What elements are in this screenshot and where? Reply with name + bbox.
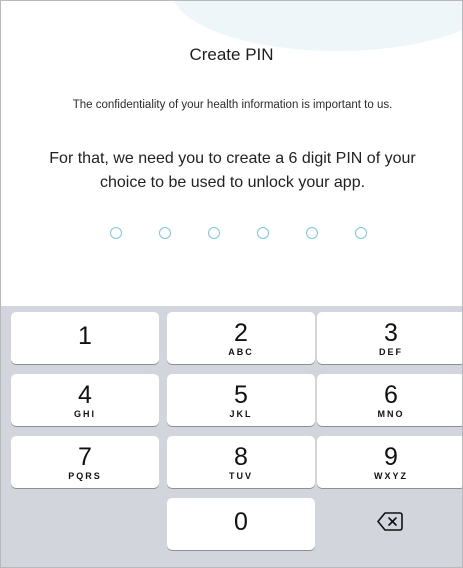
pin-indicator <box>110 227 367 241</box>
key-letters: GHI <box>73 409 96 419</box>
key-digit: 1 <box>78 322 92 350</box>
backspace-button[interactable] <box>316 498 462 550</box>
create-pin-screen: Create PIN The confidentiality of your h… <box>0 0 463 568</box>
key-letters: ABC <box>228 347 254 357</box>
key-digit: 8 <box>234 443 248 471</box>
key-6[interactable]: 6 MNO <box>317 374 462 426</box>
key-digit: 9 <box>384 443 398 471</box>
key-digit: 0 <box>234 508 248 536</box>
key-digit: 5 <box>234 381 248 409</box>
backspace-icon <box>377 512 403 536</box>
key-digit: 4 <box>78 381 92 409</box>
key-0[interactable]: 0 <box>167 498 315 550</box>
key-digit: 3 <box>384 319 398 347</box>
decorative-background-shape <box>172 1 462 51</box>
numeric-keypad: 1 2 ABC 3 DEF 4 GHI 5 JKL 6 MNO 7 PQRS 8 <box>1 306 462 567</box>
pin-dot <box>208 227 220 239</box>
pin-dot <box>355 227 367 239</box>
key-letters: JKL <box>229 409 253 419</box>
key-9[interactable]: 9 WXYZ <box>317 436 462 488</box>
key-2[interactable]: 2 ABC <box>167 312 315 364</box>
key-letters: DEF <box>379 347 403 357</box>
key-1[interactable]: 1 <box>11 312 159 364</box>
page-title: Create PIN <box>189 45 274 64</box>
key-digit: 6 <box>384 381 398 409</box>
key-5[interactable]: 5 JKL <box>167 374 315 426</box>
key-letters: PQRS <box>68 471 102 481</box>
pin-instructions: For that, we need you to create a 6 digi… <box>49 150 416 191</box>
confidentiality-message: The confidentiality of your health infor… <box>72 99 393 111</box>
key-7[interactable]: 7 PQRS <box>11 436 159 488</box>
pin-dot <box>159 227 171 239</box>
key-letters: TUV <box>229 471 253 481</box>
key-8[interactable]: 8 TUV <box>167 436 315 488</box>
key-4[interactable]: 4 GHI <box>11 374 159 426</box>
key-3[interactable]: 3 DEF <box>317 312 462 364</box>
key-letters: WXYZ <box>374 471 408 481</box>
pin-dot <box>257 227 269 239</box>
pin-dot <box>306 227 318 239</box>
pin-dot <box>110 227 122 239</box>
key-digit: 7 <box>78 443 92 471</box>
key-letters: MNO <box>377 409 405 419</box>
key-digit: 2 <box>234 319 248 347</box>
